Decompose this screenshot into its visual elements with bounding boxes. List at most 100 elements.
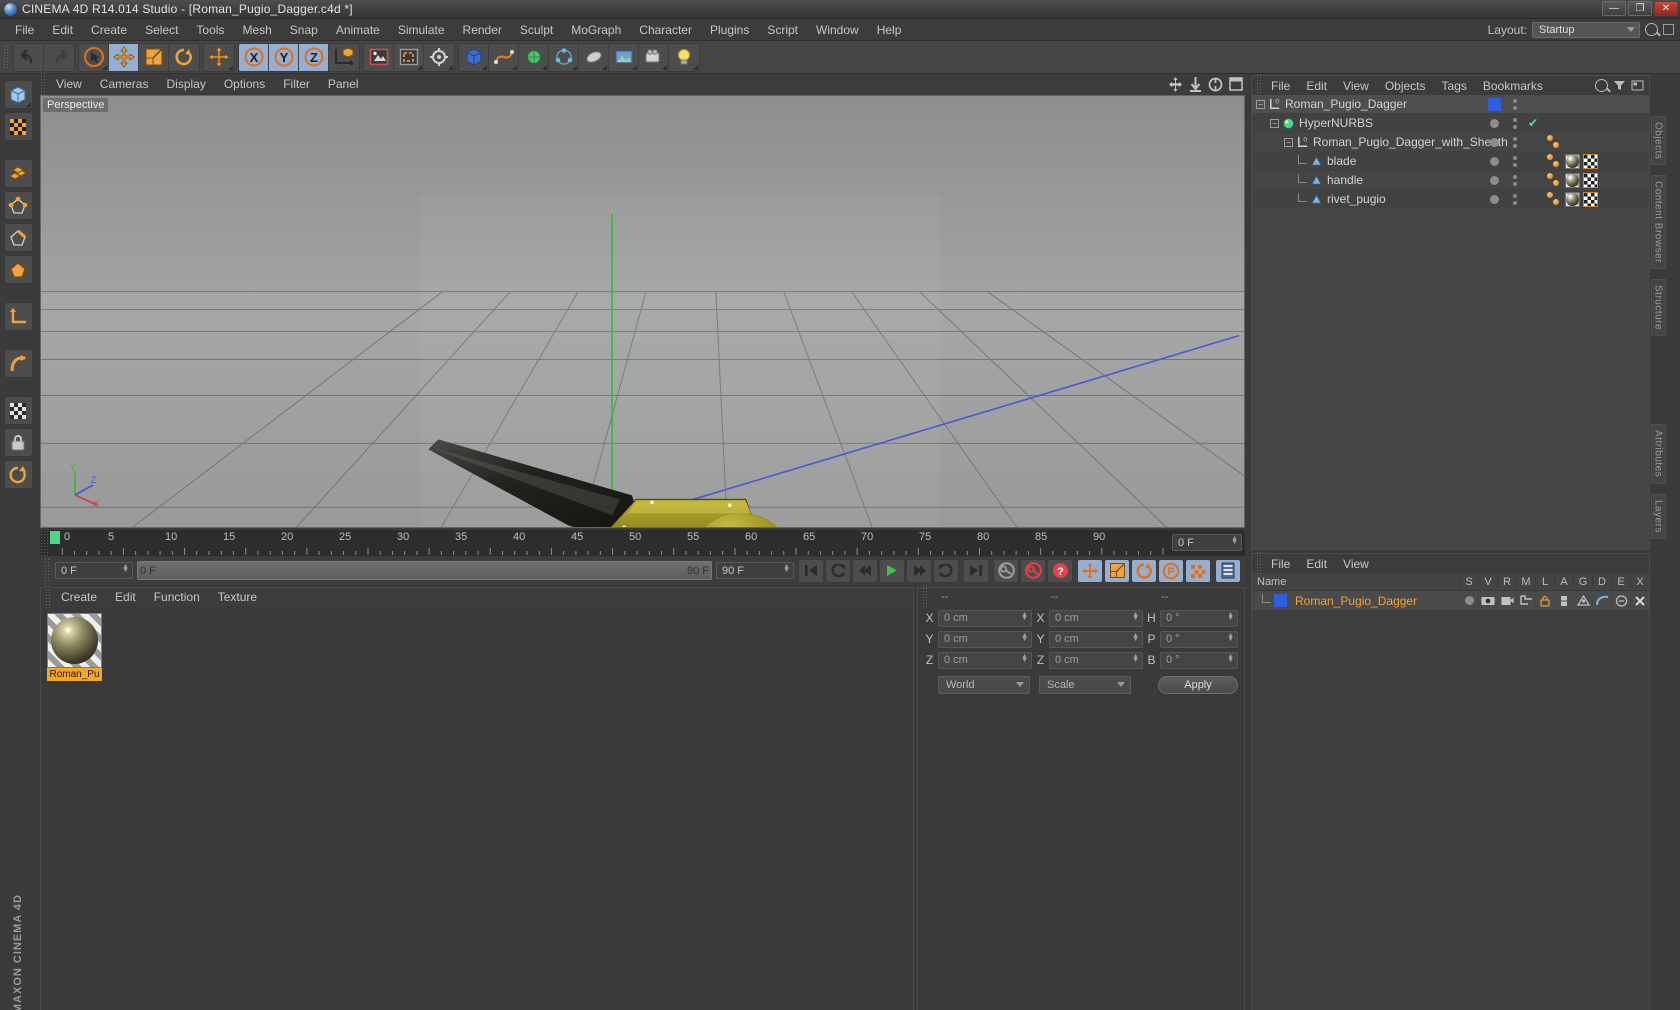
magnifier-icon[interactable]: [1595, 79, 1608, 92]
dolly-camera-icon[interactable]: [1189, 76, 1202, 92]
z-axis-lock-button[interactable]: Z: [299, 43, 329, 71]
coordinate-system-select[interactable]: World: [938, 675, 1030, 694]
material-sphere-icon[interactable]: [1565, 191, 1580, 207]
enable-check[interactable]: ✔: [1523, 116, 1543, 130]
expander-icon[interactable]: −: [1256, 99, 1265, 109]
timeline-ruler[interactable]: 0 5 10 15 20 25 30 35 40 45 50 55 60 65 …: [48, 530, 1169, 556]
render-region-button[interactable]: [394, 43, 424, 71]
tab-layers[interactable]: Layers: [1650, 493, 1666, 539]
material-list[interactable]: Roman_Pu: [41, 607, 913, 1010]
orange-pair-icon[interactable]: [1547, 135, 1562, 149]
menu-script[interactable]: Script: [758, 21, 807, 39]
add-environment-button[interactable]: [609, 43, 639, 71]
maximize-view-icon[interactable]: [1229, 77, 1243, 91]
material-menu-grip[interactable]: [45, 584, 52, 610]
magnifier-icon[interactable]: [1645, 23, 1658, 36]
menu-plugins[interactable]: Plugins: [701, 21, 758, 39]
position-key-button[interactable]: [1077, 558, 1103, 583]
material-menu-edit[interactable]: Edit: [106, 589, 145, 605]
layer-manager-grip[interactable]: [1256, 551, 1263, 576]
object-tags[interactable]: [1543, 135, 1649, 149]
play-backwards-button[interactable]: [825, 558, 851, 583]
size-x-input[interactable]: 0 cm ▲ ▼: [1049, 609, 1143, 627]
layout-select[interactable]: Startup: [1532, 21, 1640, 38]
step-forward-button[interactable]: [906, 558, 932, 583]
menu-mograph[interactable]: MoGraph: [562, 21, 630, 39]
parameter-key-button[interactable]: P: [1158, 558, 1184, 583]
menu-simulate[interactable]: Simulate: [389, 21, 454, 39]
spinner-icon[interactable]: ▲ ▼: [1021, 653, 1028, 664]
lock-icon[interactable]: [1535, 594, 1554, 607]
object-menu-file[interactable]: File: [1263, 78, 1298, 94]
object-tags[interactable]: [1543, 172, 1649, 188]
orange-pair-icon[interactable]: [1547, 192, 1562, 206]
axis-L-icon[interactable]: [3, 302, 33, 331]
menu-snap[interactable]: Snap: [281, 21, 327, 39]
apply-button[interactable]: Apply: [1158, 675, 1238, 694]
checker-grid-icon[interactable]: [3, 396, 33, 425]
layer-menu-file[interactable]: File: [1263, 556, 1298, 572]
y-axis-lock-button[interactable]: Y: [269, 43, 299, 71]
menu-render[interactable]: Render: [454, 21, 511, 39]
model-cube-icon[interactable]: [3, 80, 33, 109]
menu-select[interactable]: Select: [136, 21, 187, 39]
size-y-input[interactable]: 0 cm ▲ ▼: [1049, 630, 1143, 648]
current-frame-field[interactable]: 0 F ▲ ▼: [1172, 534, 1242, 551]
menu-file[interactable]: File: [6, 21, 43, 39]
timeline-grip[interactable]: [40, 529, 48, 556]
menu-help[interactable]: Help: [868, 21, 911, 39]
layer-row[interactable]: Roman_Pugio_Dagger: [1252, 591, 1649, 610]
go-to-start-button[interactable]: [798, 558, 824, 583]
layer-menu-edit[interactable]: Edit: [1298, 556, 1335, 572]
object-row-roman-pugio-dagger[interactable]: − 0 Roman_Pugio_Dagger: [1252, 95, 1649, 114]
perspective-viewport[interactable]: Perspective Y Z X: [40, 95, 1245, 528]
preview-range-bar[interactable]: 0 F 90 F: [137, 561, 712, 580]
go-to-end-button[interactable]: [963, 558, 989, 583]
orange-pair-icon[interactable]: [1547, 173, 1562, 187]
workplane-rotate-icon[interactable]: [3, 460, 33, 489]
menu-mesh[interactable]: Mesh: [233, 21, 280, 39]
object-filter-icon[interactable]: [1613, 80, 1626, 91]
add-light-button[interactable]: [669, 43, 699, 71]
rotation-h-input[interactable]: 0 ° ▲ ▼: [1160, 609, 1238, 627]
redo-button[interactable]: [44, 43, 74, 71]
visibility-toggles[interactable]: [1507, 117, 1523, 129]
minimize-button[interactable]: —: [1602, 1, 1626, 16]
menu-animate[interactable]: Animate: [327, 21, 389, 39]
deformer-icon[interactable]: [1592, 594, 1611, 607]
add-camera-button[interactable]: [639, 43, 669, 71]
play-loop-button[interactable]: [933, 558, 959, 583]
render-view-button[interactable]: [364, 43, 394, 71]
spinner-icon[interactable]: ▲ ▼: [1132, 611, 1139, 622]
object-row-hypernurbs[interactable]: − HyperNURBS ✔: [1252, 114, 1649, 133]
spinner-icon[interactable]: ▲ ▼: [1132, 653, 1139, 664]
viewport-menu-view[interactable]: View: [47, 76, 91, 92]
expander-icon[interactable]: −: [1284, 137, 1293, 147]
object-menu-view[interactable]: View: [1335, 78, 1377, 94]
visibility-toggles[interactable]: [1507, 193, 1523, 205]
rotation-p-input[interactable]: 0 ° ▲ ▼: [1160, 630, 1238, 648]
material-sphere-icon[interactable]: [1565, 172, 1580, 188]
viewport-menu-filter[interactable]: Filter: [274, 76, 319, 92]
spinner-icon[interactable]: ▲ ▼: [783, 563, 790, 574]
add-spline-button[interactable]: [489, 43, 519, 71]
autokeying-button[interactable]: [1020, 558, 1046, 583]
tab-content-browser[interactable]: Content Browser: [1650, 175, 1666, 270]
move-tool-button[interactable]: [109, 43, 139, 71]
menu-tools[interactable]: Tools: [187, 21, 233, 39]
visibility-dot[interactable]: [1481, 156, 1507, 166]
layout-preset-icon[interactable]: [1663, 24, 1674, 35]
object-tags[interactable]: [1543, 153, 1649, 169]
object-menu-bookmarks[interactable]: Bookmarks: [1475, 78, 1551, 94]
expression-icon[interactable]: [1611, 594, 1630, 607]
viewport-menu-cameras[interactable]: Cameras: [91, 76, 158, 92]
rotate-camera-icon[interactable]: [1208, 77, 1223, 92]
visibility-toggles[interactable]: [1507, 155, 1523, 167]
render-settings-button[interactable]: [424, 43, 454, 71]
object-menu-objects[interactable]: Objects: [1377, 78, 1434, 94]
layer-solo-toggle[interactable]: [1459, 596, 1478, 605]
position-x-input[interactable]: 0 cm ▲ ▼: [938, 609, 1032, 627]
tab-objects[interactable]: Objects: [1650, 116, 1666, 166]
visibility-dot[interactable]: [1481, 118, 1507, 128]
add-nurbs-button[interactable]: [519, 43, 549, 71]
